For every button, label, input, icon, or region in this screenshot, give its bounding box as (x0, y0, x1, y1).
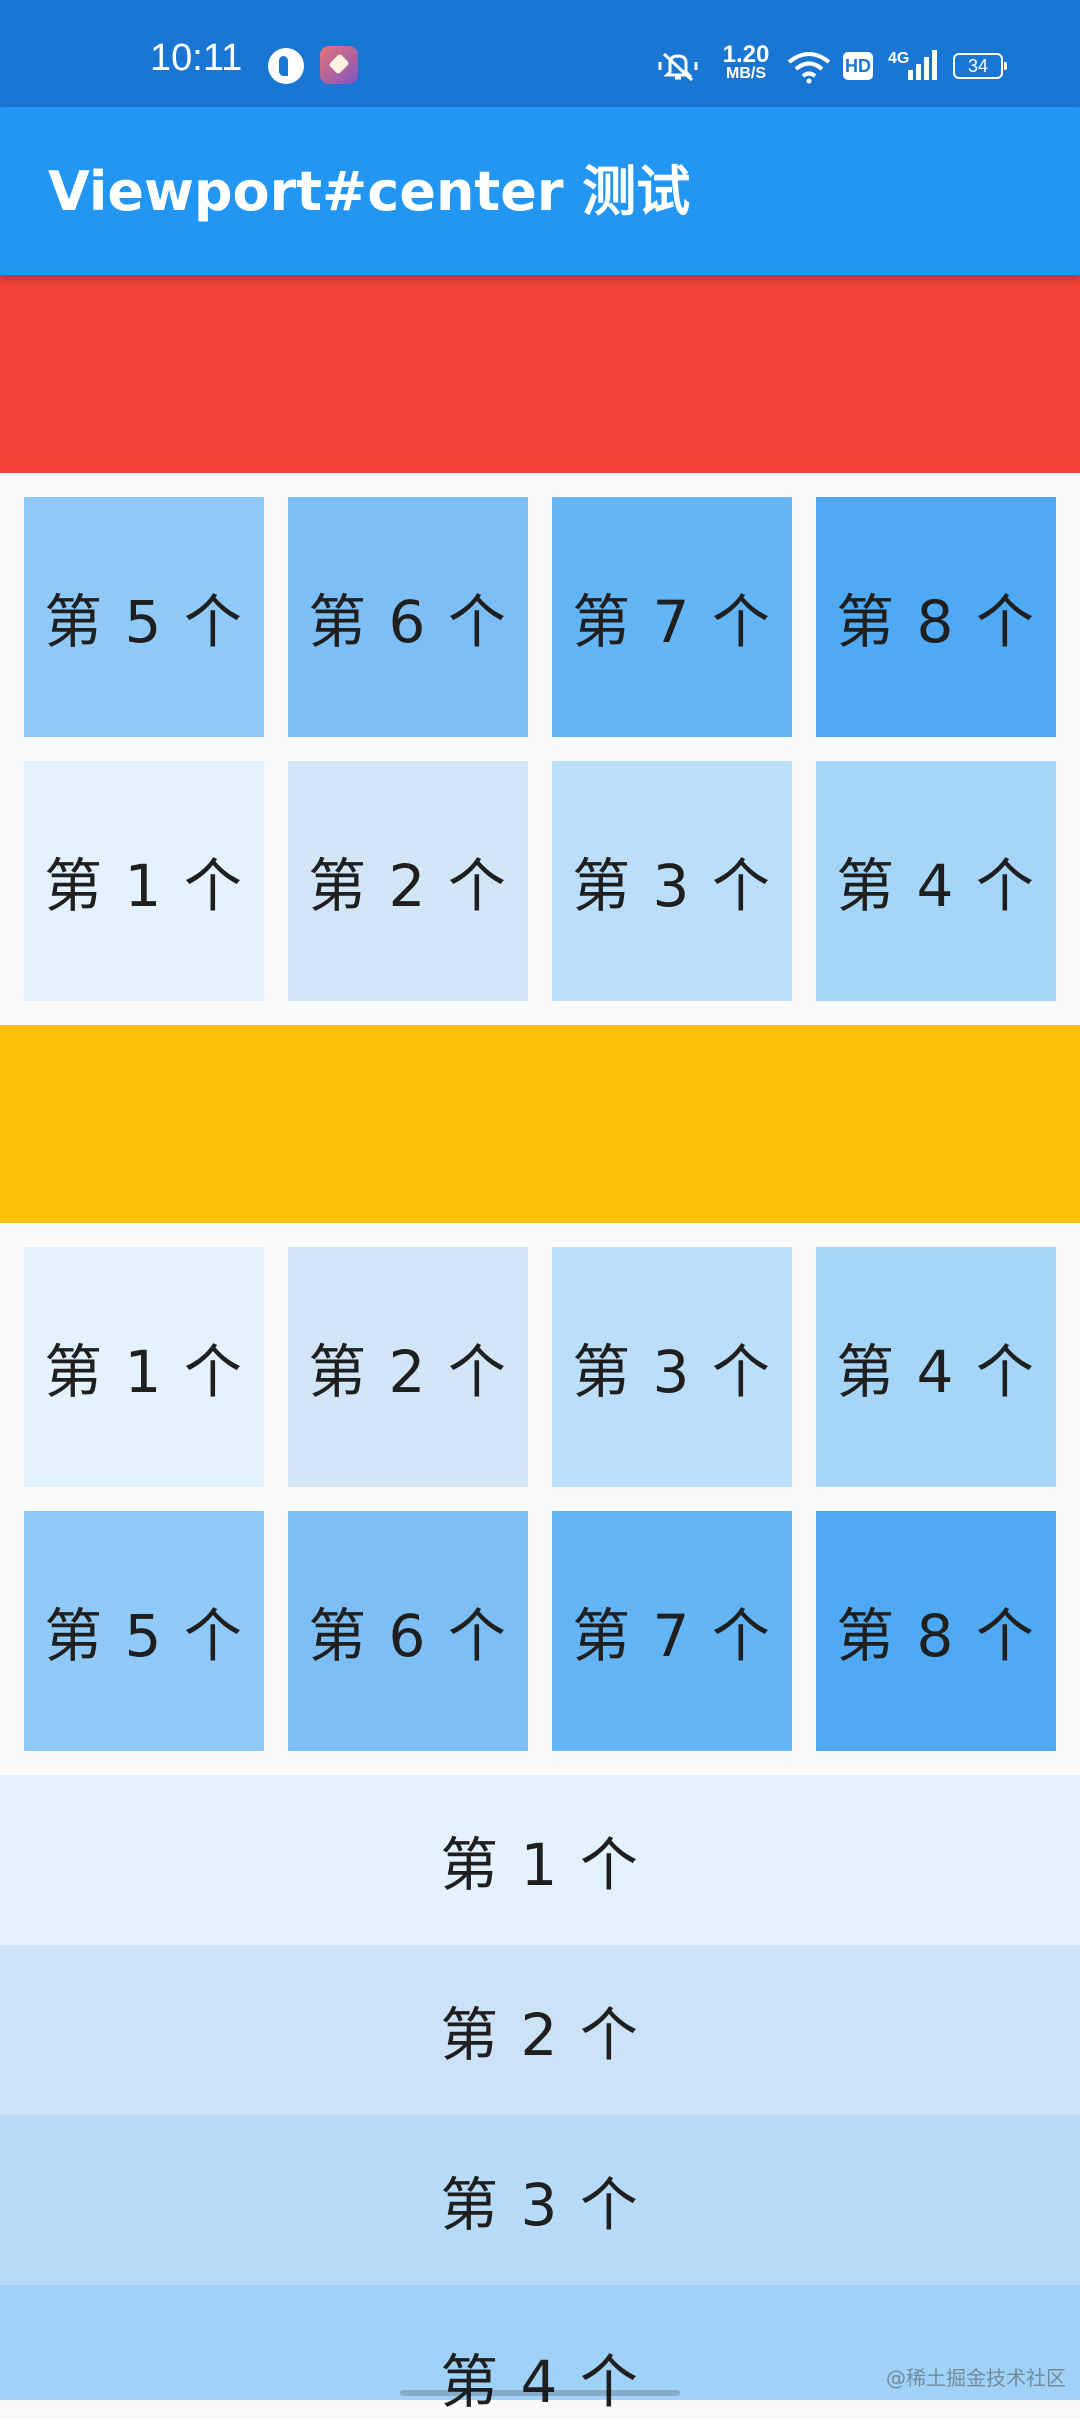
grid-cell[interactable]: 第 6 个 (288, 497, 528, 737)
app-notification-icon (268, 48, 304, 84)
page-title: Viewport#center 测试 (48, 160, 691, 223)
list-item[interactable]: 第 2 个 (0, 1945, 1080, 2115)
app-bar: Viewport#center 测试 (0, 107, 1080, 275)
signal-icon (908, 50, 937, 80)
network-speed-value: 1.20 (722, 41, 770, 68)
red-header-band (0, 275, 1080, 473)
status-bar: 10:11 1.20 MB/S HD 4G 34 (0, 0, 1080, 107)
grid-cell[interactable]: 第 2 个 (288, 761, 528, 1001)
grid-cell[interactable]: 第 5 个 (24, 1511, 264, 1751)
mute-vibrate-icon (658, 52, 698, 82)
grid-cell[interactable]: 第 1 个 (24, 1247, 264, 1487)
grid-cell[interactable]: 第 6 个 (288, 1511, 528, 1751)
watermark: @稀土掘金技术社区 (886, 2366, 1066, 2390)
list-item[interactable]: 第 3 个 (0, 2115, 1080, 2285)
battery-icon: 34 (953, 53, 1007, 79)
app-notification-icon (320, 46, 358, 84)
network-speed-unit: MB/S (726, 65, 766, 82)
grid-cell[interactable]: 第 5 个 (24, 497, 264, 737)
status-time: 10:11 (150, 37, 243, 79)
grid-cell[interactable]: 第 8 个 (816, 497, 1056, 737)
amber-center-band (0, 1025, 1080, 1223)
home-indicator[interactable] (400, 2390, 680, 2396)
grid-cell[interactable]: 第 4 个 (816, 1247, 1056, 1487)
grid-cell[interactable]: 第 8 个 (816, 1511, 1056, 1751)
list-item[interactable]: 第 1 个 (0, 1775, 1080, 1945)
grid-cell[interactable]: 第 3 个 (552, 761, 792, 1001)
grid-cell[interactable]: 第 4 个 (816, 761, 1056, 1001)
grid-cell[interactable]: 第 2 个 (288, 1247, 528, 1487)
grid-cell[interactable]: 第 1 个 (24, 761, 264, 1001)
grid-cell[interactable]: 第 3 个 (552, 1247, 792, 1487)
hd-badge: HD (843, 52, 873, 80)
wifi-icon (787, 52, 831, 84)
network-speed: 1.20 MB/S (718, 41, 774, 82)
grid-cell[interactable]: 第 7 个 (552, 497, 792, 737)
grid-cell[interactable]: 第 7 个 (552, 1511, 792, 1751)
